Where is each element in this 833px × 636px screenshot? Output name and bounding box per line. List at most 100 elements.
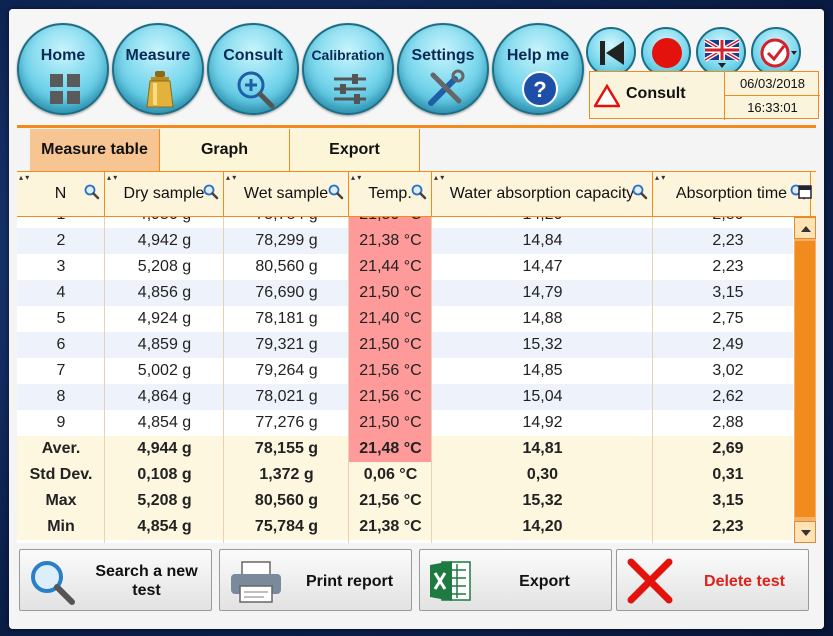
table-cell: 5,208 g: [137, 258, 192, 275]
divider: [17, 125, 816, 128]
column-chooser-icon[interactable]: [798, 185, 812, 199]
column-divider: [104, 217, 105, 543]
table-cell: 14,85: [522, 362, 563, 379]
table-cell: 14,47: [522, 258, 563, 275]
sort-arrows-icon[interactable]: ▴ ▾: [351, 174, 361, 182]
column-title: Absorption time: [675, 185, 788, 202]
table-cell: 4,854 g: [137, 518, 192, 535]
table-cell: 15,32: [522, 336, 563, 353]
search-new-test-label: Search a new test: [95, 563, 198, 599]
search-new-test-button[interactable]: Search a new test: [19, 549, 212, 611]
table-cell: 77,276 g: [255, 414, 318, 431]
column-divider: [431, 217, 432, 543]
col-header-temp[interactable]: Temp. ▴ ▾: [349, 172, 432, 216]
table-cell: 2,23: [712, 232, 744, 249]
table-cell: 2,23: [712, 258, 744, 275]
delete-test-button[interactable]: Delete test: [616, 549, 809, 611]
language-button[interactable]: [696, 27, 746, 77]
tab-export[interactable]: Export: [290, 129, 420, 171]
print-report-label: Print report: [305, 572, 394, 590]
settings-button[interactable]: Settings: [397, 23, 489, 115]
table-row[interactable]: 8 4,864 g 78,021 g 21,56 °C 15,04 2,62: [17, 384, 793, 410]
stop-button[interactable]: [641, 27, 691, 77]
arrow-down-icon: [801, 530, 811, 536]
column-filter-icon[interactable]: [328, 184, 344, 200]
table-cell: 75,784 g: [224, 217, 349, 228]
home-button[interactable]: Home: [17, 23, 109, 115]
table-cell: 2,75: [712, 310, 744, 327]
table-cell: Min: [47, 518, 75, 535]
scroll-thumb[interactable]: [795, 241, 815, 517]
col-header-dry-sample[interactable]: Dry sample ▴ ▾: [105, 172, 224, 216]
column-filter-icon[interactable]: [411, 184, 427, 200]
tab-graph[interactable]: Graph: [160, 129, 290, 171]
table-row[interactable]: 5 4,924 g 78,181 g 21,40 °C 14,88 2,75: [17, 306, 793, 332]
table-row[interactable]: 4 4,856 g 76,690 g 21,50 °C 14,79 3,15: [17, 280, 793, 306]
table-cell: 76,690 g: [255, 284, 318, 301]
measure-button[interactable]: Measure: [112, 23, 204, 115]
scroll-down-button[interactable]: [794, 521, 816, 543]
column-filter-icon[interactable]: [632, 184, 648, 200]
sort-arrows-icon[interactable]: ▴ ▾: [107, 174, 117, 182]
help-button[interactable]: Help me ?: [492, 23, 584, 115]
table-cell: 0,06 °C: [363, 466, 418, 483]
col-header-absorption-time[interactable]: Absorption time ▴ ▾: [653, 172, 811, 216]
svg-text:?: ?: [533, 77, 546, 102]
sliders-icon: [334, 74, 366, 104]
vertical-scrollbar[interactable]: [794, 217, 816, 543]
export-button[interactable]: Export: [419, 549, 612, 611]
table-row[interactable]: 9 4,854 g 77,276 g 21,50 °C 14,92 2,88: [17, 410, 793, 436]
export-label: Export: [519, 572, 570, 590]
consult-button[interactable]: Consult: [207, 23, 299, 115]
validate-button[interactable]: [751, 27, 801, 77]
delete-x-icon: [627, 558, 673, 604]
table-cell: 4,854 g: [137, 414, 192, 431]
table-cell: 1: [17, 217, 105, 228]
sort-arrows-icon[interactable]: ▴ ▾: [19, 174, 29, 182]
table-cell: 2,69: [712, 440, 744, 457]
column-title: Water absorption capacity: [449, 185, 635, 202]
col-header-wet-sample[interactable]: Wet sample ▴ ▾: [224, 172, 349, 216]
stats-row[interactable]: Max 5,208 g 80,560 g 21,56 °C 15,32 3,15: [17, 488, 793, 514]
table-header: N ▴ ▾ Dry sample ▴ ▾ Wet sample ▴ ▾ Temp. ▴ ▾ Wa…: [17, 171, 816, 217]
stats-row[interactable]: Std Dev. 0,108 g 1,372 g 0,06 °C 0,30 0,31: [17, 462, 793, 488]
table-cell: 21,50 °C: [349, 217, 432, 228]
table-cell: 3,02: [712, 362, 744, 379]
scroll-up-button[interactable]: [794, 217, 816, 239]
delete-test-label: Delete test: [704, 572, 785, 590]
table-cell: 4,856 g: [137, 284, 192, 301]
table-row[interactable]: 7 5,002 g 79,264 g 21,56 °C 14,85 3,02: [17, 358, 793, 384]
sort-arrows-icon[interactable]: ▴ ▾: [434, 174, 444, 182]
column-divider: [652, 217, 653, 543]
calibration-button[interactable]: Calibration: [302, 23, 394, 115]
tab-measure-table[interactable]: Measure table: [30, 129, 160, 171]
stats-row[interactable]: Aver. 4,944 g 78,155 g 21,48 °C 14,81 2,69: [17, 436, 793, 462]
home-label: Home: [40, 47, 86, 64]
table-cell: 6: [56, 336, 66, 353]
col-header-absorption-capacity[interactable]: Water absorption capacity ▴ ▾: [432, 172, 653, 216]
table-cell: 21,50 °C: [349, 410, 432, 436]
measure-label: Measure: [125, 47, 191, 64]
first-record-button[interactable]: [586, 27, 636, 77]
table-cell: 21,40 °C: [349, 306, 432, 332]
sort-arrows-icon[interactable]: ▴ ▾: [655, 174, 665, 182]
column-filter-icon[interactable]: [203, 184, 219, 200]
table-row[interactable]: 3 5,208 g 80,560 g 21,44 °C 14,47 2,23: [17, 254, 793, 280]
print-report-button[interactable]: Print report: [219, 549, 412, 611]
sort-arrows-icon[interactable]: ▴ ▾: [226, 174, 236, 182]
table-row[interactable]: 2 4,942 g 78,299 g 21,38 °C 14,84 2,23: [17, 228, 793, 254]
table-cell: 78,299 g: [255, 232, 318, 249]
table-cell: 4,859 g: [137, 336, 192, 353]
table-row[interactable]: 14,950 g75,784 g21,50 °C14,202,80: [17, 217, 793, 228]
table-cell: 79,321 g: [255, 336, 318, 353]
uk-flag-icon: [704, 38, 740, 68]
col-header-n[interactable]: N ▴ ▾: [17, 172, 105, 216]
column-filter-icon[interactable]: [84, 184, 100, 200]
table-cell: 4,950 g: [105, 217, 224, 228]
table-row[interactable]: 6 4,859 g 79,321 g 21,50 °C 15,32 2,49: [17, 332, 793, 358]
table-cell: 78,021 g: [255, 388, 318, 405]
table-cell: 21,48 °C: [349, 436, 432, 462]
consult-label: Consult: [223, 47, 283, 64]
stats-row[interactable]: Min 4,854 g 75,784 g 21,38 °C 14,20 2,23: [17, 514, 793, 540]
settings-label: Settings: [411, 47, 475, 64]
